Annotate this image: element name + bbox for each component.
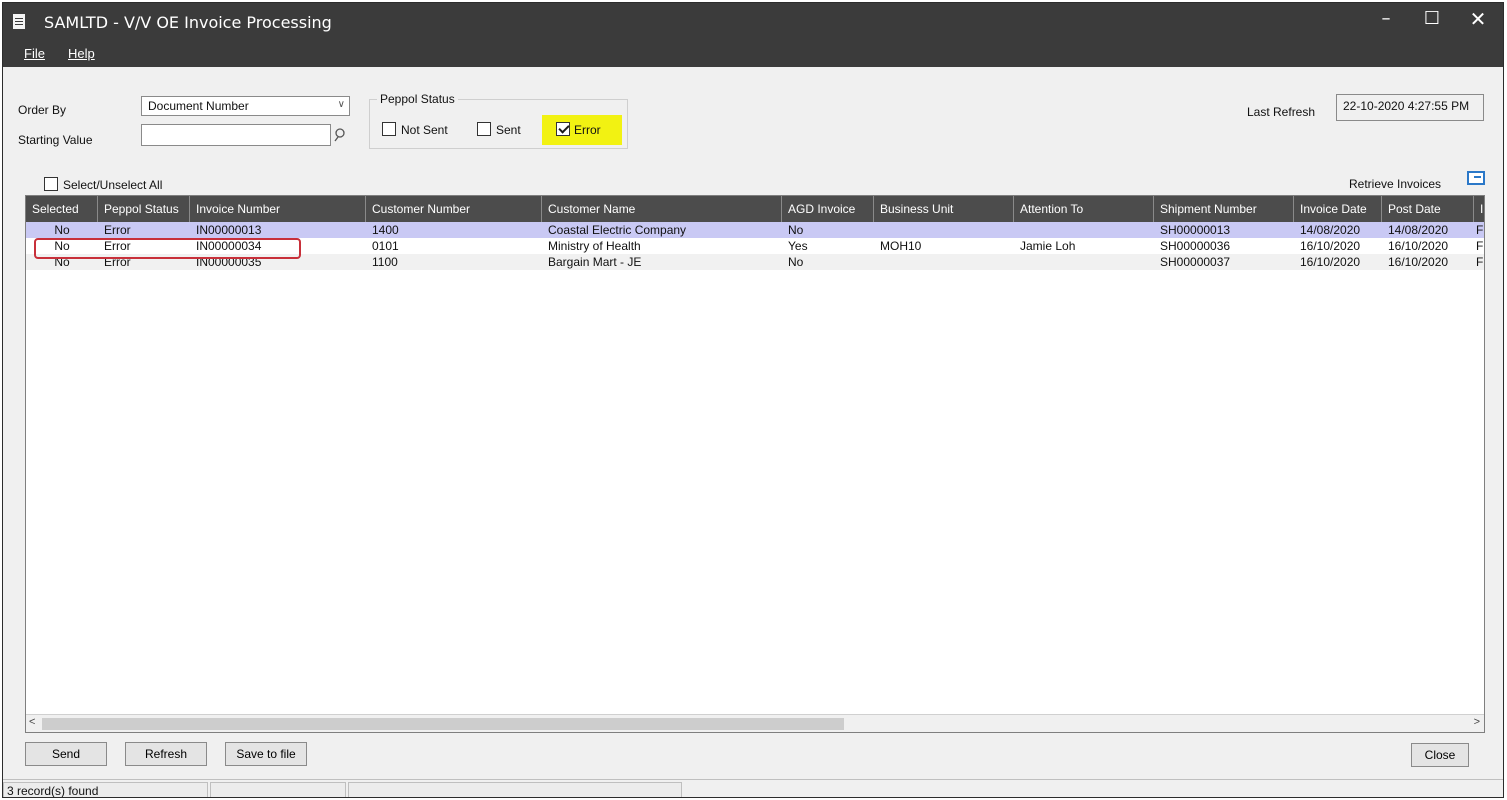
cell-shipment-number: SH00000036 xyxy=(1160,239,1231,253)
cell-business-unit xyxy=(874,222,1014,238)
select-all-label: Select/Unselect All xyxy=(63,178,163,192)
horizontal-scrollbar[interactable]: < > xyxy=(26,714,1484,732)
document-icon xyxy=(13,14,25,29)
column-header[interactable]: Shipment Number xyxy=(1154,196,1294,222)
cell-truncated: F xyxy=(1476,255,1484,269)
invoice-grid: Selected Peppol Status Invoice Number Cu… xyxy=(25,195,1485,733)
status-panel-records: 3 record(s) found xyxy=(3,782,208,798)
cell-customer-number: 1400 xyxy=(372,223,399,237)
column-header[interactable]: Customer Name xyxy=(542,196,782,222)
cell-truncated: F xyxy=(1476,239,1484,253)
column-header[interactable]: Attention To xyxy=(1014,196,1154,222)
column-header[interactable]: Invoice Date xyxy=(1294,196,1382,222)
refresh-button[interactable]: Refresh xyxy=(125,742,207,766)
cell-shipment-number: SH00000037 xyxy=(1160,255,1231,269)
send-button[interactable]: Send xyxy=(25,742,107,766)
menu-help[interactable]: Help xyxy=(68,46,95,61)
cell-invoice-date: 16/10/2020 xyxy=(1300,255,1361,269)
cell-invoice-date: 14/08/2020 xyxy=(1300,223,1361,237)
cell-business-unit: MOH10 xyxy=(880,239,922,253)
not-sent-checkbox[interactable] xyxy=(382,122,396,136)
column-header[interactable]: Post Date xyxy=(1382,196,1474,222)
last-refresh-label: Last Refresh xyxy=(1247,105,1316,119)
status-panel xyxy=(348,782,682,797)
column-header[interactable]: Customer Number xyxy=(366,196,542,222)
starting-value-label: Starting Value xyxy=(18,133,93,147)
cell-invoice-date: 16/10/2020 xyxy=(1300,239,1361,253)
grid-header: Selected Peppol Status Invoice Number Cu… xyxy=(26,196,1484,222)
cell-agd-invoice: Yes xyxy=(788,239,808,253)
peppol-status-title: Peppol Status xyxy=(377,92,458,106)
cell-shipment-number: SH00000013 xyxy=(1160,223,1231,237)
cell-agd-invoice: No xyxy=(788,255,804,269)
error-checkbox[interactable] xyxy=(556,122,570,136)
not-sent-label: Not Sent xyxy=(401,123,448,137)
status-panel xyxy=(210,782,346,797)
cell-attention-to xyxy=(1014,254,1154,270)
cell-post-date: 16/10/2020 xyxy=(1388,255,1449,269)
order-by-label: Order By xyxy=(18,103,67,117)
cell-selected[interactable]: No xyxy=(26,222,98,238)
cell-attention-to xyxy=(1014,222,1154,238)
cell-customer-number: 0101 xyxy=(372,239,399,253)
search-icon[interactable] xyxy=(333,127,347,143)
menu-bar: File Help xyxy=(3,41,1503,67)
retrieve-invoices-link[interactable]: Retrieve Invoices xyxy=(1349,177,1441,191)
order-by-value: Document Number xyxy=(148,99,249,113)
records-found-text: 3 record(s) found xyxy=(7,784,99,798)
cell-agd-invoice: No xyxy=(788,223,804,237)
sent-label: Sent xyxy=(496,123,521,137)
cell-business-unit xyxy=(874,254,1014,270)
cell-attention-to: Jamie Loh xyxy=(1020,239,1076,253)
column-header[interactable]: AGD Invoice xyxy=(782,196,874,222)
order-by-dropdown[interactable]: Document Number ∨ xyxy=(141,96,350,116)
status-bar: 3 record(s) found xyxy=(3,779,1503,798)
cell-customer-name: Ministry of Health xyxy=(548,239,641,253)
cell-peppol-status: Error xyxy=(104,223,131,237)
column-header[interactable]: Peppol Status xyxy=(98,196,190,222)
app-window: SAMLTD - V/V OE Invoice Processing – ☐ ✕… xyxy=(2,2,1504,798)
close-window-button[interactable]: ✕ xyxy=(1455,3,1501,37)
cell-customer-number: 1100 xyxy=(372,255,398,269)
column-header[interactable]: Selected xyxy=(26,196,98,222)
select-all-checkbox[interactable] xyxy=(44,177,58,191)
error-label: Error xyxy=(574,123,601,137)
close-button[interactable]: Close xyxy=(1411,743,1469,767)
row-annotation-box xyxy=(34,238,301,259)
table-row[interactable]: No Error IN00000013 1400 Coastal Electri… xyxy=(26,222,1484,238)
window-title: SAMLTD - V/V OE Invoice Processing xyxy=(44,13,332,32)
main-content: Order By Document Number ∨ Starting Valu… xyxy=(11,69,1497,777)
retrieve-icon[interactable] xyxy=(1467,171,1485,185)
scroll-left-icon[interactable]: < xyxy=(29,716,35,728)
cell-post-date: 16/10/2020 xyxy=(1388,239,1449,253)
scrollbar-thumb[interactable] xyxy=(42,718,844,730)
column-header[interactable]: Business Unit xyxy=(874,196,1014,222)
column-header[interactable]: Invoice Number xyxy=(190,196,366,222)
column-header[interactable]: I xyxy=(1474,196,1484,222)
cell-truncated: F xyxy=(1476,223,1484,237)
save-to-file-button[interactable]: Save to file xyxy=(225,742,307,766)
title-bar: SAMLTD - V/V OE Invoice Processing – ☐ ✕ xyxy=(3,3,1503,41)
menu-file[interactable]: File xyxy=(24,46,45,61)
cell-customer-name: Bargain Mart - JE xyxy=(548,255,642,269)
scroll-right-icon[interactable]: > xyxy=(1474,716,1480,728)
cell-customer-name: Coastal Electric Company xyxy=(548,223,687,237)
cell-invoice-number: IN00000013 xyxy=(196,223,262,237)
sent-checkbox[interactable] xyxy=(477,122,491,136)
chevron-down-icon: ∨ xyxy=(337,99,345,110)
starting-value-input[interactable] xyxy=(141,124,331,146)
minimize-button[interactable]: – xyxy=(1363,3,1409,37)
cell-post-date: 14/08/2020 xyxy=(1388,223,1449,237)
maximize-button[interactable]: ☐ xyxy=(1409,3,1455,37)
last-refresh-field: 22-10-2020 4:27:55 PM xyxy=(1336,94,1484,121)
